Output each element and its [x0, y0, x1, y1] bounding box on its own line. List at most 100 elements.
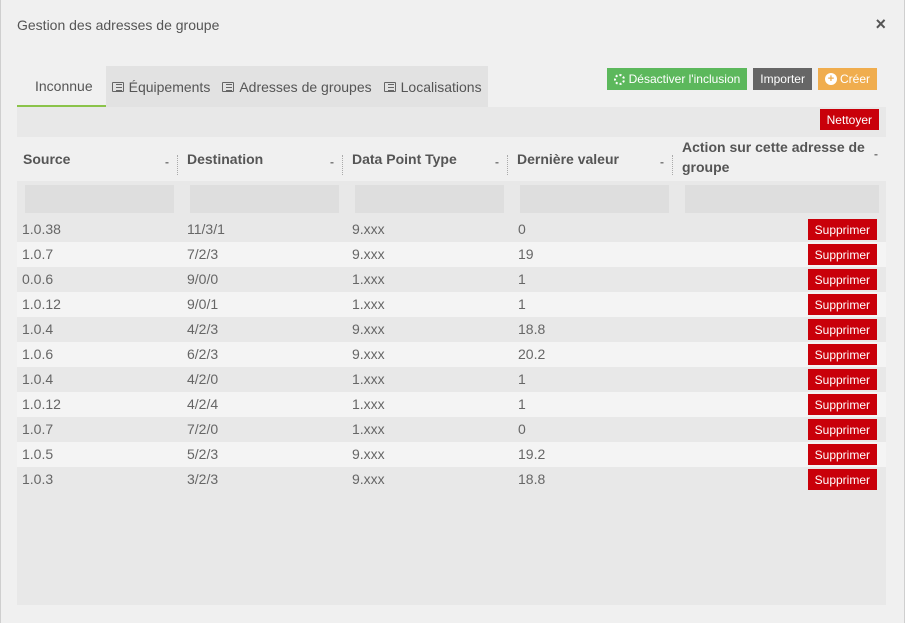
cell-dpt: 1.xxx: [352, 396, 385, 412]
filter-value-input[interactable]: [520, 185, 669, 213]
filter-source-input[interactable]: [25, 185, 174, 213]
delete-button[interactable]: Supprimer: [807, 394, 877, 415]
column-separator: [177, 155, 178, 175]
table-empty-area: [17, 492, 886, 605]
delete-button[interactable]: Supprimer: [807, 319, 877, 340]
tab-inconnue[interactable]: Inconnue: [17, 66, 106, 107]
tab-adresses-de-groupes[interactable]: Adresses de groupes: [216, 66, 377, 107]
table-row: 1.0.4 4/2/0 1.xxx 1 Supprimer: [17, 367, 886, 392]
tab-label: Équipements: [128, 78, 211, 95]
cell-source: 1.0.3: [22, 471, 54, 487]
delete-button[interactable]: Supprimer: [807, 469, 877, 490]
cell-source: 1.0.4: [22, 371, 54, 387]
table-header: Source - Destination - Data Point Type -…: [17, 137, 886, 181]
column-separator: [507, 155, 508, 175]
cell-source: 1.0.38: [22, 221, 61, 237]
filter-action-input[interactable]: [685, 185, 879, 213]
cell-dpt: 9.xxx: [352, 321, 385, 337]
cell-value: 1: [518, 296, 526, 312]
cell-source: 1.0.5: [22, 446, 54, 462]
cell-value: 18.8: [518, 471, 546, 487]
delete-button[interactable]: Supprimer: [807, 369, 877, 390]
column-header-destination[interactable]: Destination -: [187, 137, 342, 181]
tab-equipements[interactable]: Équipements: [106, 66, 217, 107]
delete-button[interactable]: Supprimer: [807, 294, 877, 315]
cell-dpt: 1.xxx: [352, 421, 385, 437]
cell-destination: 9/0/1: [187, 296, 219, 312]
cell-value: 0: [518, 221, 526, 237]
column-header-action[interactable]: Action sur cette adresse de groupe -: [682, 135, 878, 179]
column-separator: [342, 155, 343, 175]
column-label: Action sur cette adresse de groupe: [682, 139, 865, 175]
create-button[interactable]: + Créer: [817, 68, 877, 90]
table-row: 1.0.12 9/0/1 1.xxx 1 Supprimer: [17, 292, 886, 317]
close-icon[interactable]: ×: [875, 14, 886, 34]
tab-localisations[interactable]: Localisations: [378, 66, 488, 107]
cell-destination: 4/2/3: [187, 321, 219, 337]
cell-destination: 7/2/0: [187, 421, 219, 437]
cell-destination: 11/3/1: [187, 221, 225, 237]
list-icon: [111, 81, 124, 92]
cell-value: 19.2: [518, 446, 546, 462]
column-label: Destination: [187, 151, 264, 167]
cell-value: 0: [518, 421, 526, 437]
cell-value: 19: [518, 246, 534, 262]
disable-inclusion-label: Désactiver l'inclusion: [628, 72, 741, 86]
cell-destination: 3/2/3: [187, 471, 219, 487]
column-header-source[interactable]: Source -: [23, 137, 177, 181]
sort-indicator: -: [874, 147, 878, 161]
cell-destination: 6/2/3: [187, 346, 219, 362]
column-header-dpt[interactable]: Data Point Type -: [352, 137, 507, 181]
delete-button[interactable]: Supprimer: [807, 244, 877, 265]
cell-value: 18.8: [518, 321, 546, 337]
import-button[interactable]: Importer: [753, 68, 812, 90]
filter-dpt-input[interactable]: [355, 185, 504, 213]
column-label: Source: [23, 151, 71, 167]
cell-source: 1.0.12: [22, 396, 61, 412]
tab-label: Adresses de groupes: [239, 78, 372, 95]
cell-value: 1: [518, 271, 526, 287]
filter-row: [17, 181, 886, 217]
table-row: 1.0.7 7/2/3 9.xxx 19 Supprimer: [17, 242, 886, 267]
cell-source: 1.0.7: [22, 246, 54, 262]
filter-destination-input[interactable]: [190, 185, 339, 213]
table-row: 1.0.12 4/2/4 1.xxx 1 Supprimer: [17, 392, 886, 417]
cell-destination: 5/2/3: [187, 446, 219, 462]
disable-inclusion-button[interactable]: Désactiver l'inclusion: [606, 68, 748, 90]
table-row: 1.0.38 11/3/1 9.xxx 0 Supprimer: [17, 217, 886, 242]
delete-button[interactable]: Supprimer: [807, 444, 877, 465]
table-row: 1.0.4 4/2/3 9.xxx 18.8 Supprimer: [17, 317, 886, 342]
list-icon: [222, 81, 235, 92]
cell-dpt: 1.xxx: [352, 296, 385, 312]
cell-dpt: 9.xxx: [352, 446, 385, 462]
delete-button[interactable]: Supprimer: [807, 269, 877, 290]
table-row: 0.0.6 9/0/0 1.xxx 1 Supprimer: [17, 267, 886, 292]
table-row: 1.0.7 7/2/0 1.xxx 0 Supprimer: [17, 417, 886, 442]
table-body: 1.0.38 11/3/1 9.xxx 0 Supprimer 1.0.7 7/2/3 9.x…: [17, 217, 886, 492]
table-row: 1.0.3 3/2/3 9.xxx 18.8 Supprimer: [17, 467, 886, 492]
cell-dpt: 9.xxx: [352, 246, 385, 262]
cell-source: 1.0.12: [22, 296, 61, 312]
delete-button[interactable]: Supprimer: [807, 344, 877, 365]
cell-destination: 4/2/0: [187, 371, 219, 387]
import-label: Importer: [760, 72, 805, 86]
cell-value: 20.2: [518, 346, 546, 362]
cell-source: 1.0.4: [22, 321, 54, 337]
create-label: Créer: [839, 72, 870, 86]
toolbar: Désactiver l'inclusion Importer + Créer: [606, 68, 877, 90]
cell-dpt: 1.xxx: [352, 271, 385, 287]
cell-dpt: 9.xxx: [352, 471, 385, 487]
cell-dpt: 9.xxx: [352, 346, 385, 362]
column-header-value[interactable]: Dernière valeur -: [517, 137, 672, 181]
plus-circle-icon: +: [824, 73, 837, 85]
cell-destination: 9/0/0: [187, 271, 219, 287]
delete-button[interactable]: Supprimer: [807, 419, 877, 440]
clean-button[interactable]: Nettoyer: [819, 109, 879, 130]
list-icon: [383, 81, 396, 92]
delete-button[interactable]: Supprimer: [807, 219, 877, 240]
cell-source: 1.0.7: [22, 421, 54, 437]
table-row: 1.0.6 6/2/3 9.xxx 20.2 Supprimer: [17, 342, 886, 367]
tab-bar: Inconnue Équipements Adresses de groupes…: [17, 66, 488, 107]
cell-destination: 7/2/3: [187, 246, 219, 262]
cell-destination: 4/2/4: [187, 396, 219, 412]
